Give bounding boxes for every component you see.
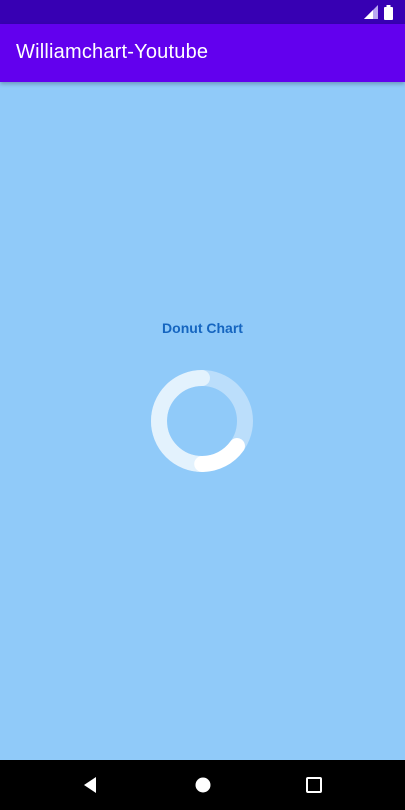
app-bar: Williamchart-Youtube: [0, 24, 405, 82]
app-screen: Williamchart-Youtube Donut Chart: [0, 0, 405, 810]
battery-icon: [384, 4, 393, 20]
back-icon[interactable]: [80, 774, 102, 796]
home-icon[interactable]: [192, 774, 214, 796]
status-icons: [364, 4, 393, 20]
main-content: Donut Chart: [0, 82, 405, 760]
navigation-bar: [0, 760, 405, 810]
chart-title: Donut Chart: [162, 320, 243, 336]
donut-chart: [151, 370, 253, 472]
recents-icon[interactable]: [303, 774, 325, 796]
app-title: Williamchart-Youtube: [16, 41, 209, 63]
signal-icon: [364, 5, 378, 19]
status-bar: [0, 0, 405, 24]
